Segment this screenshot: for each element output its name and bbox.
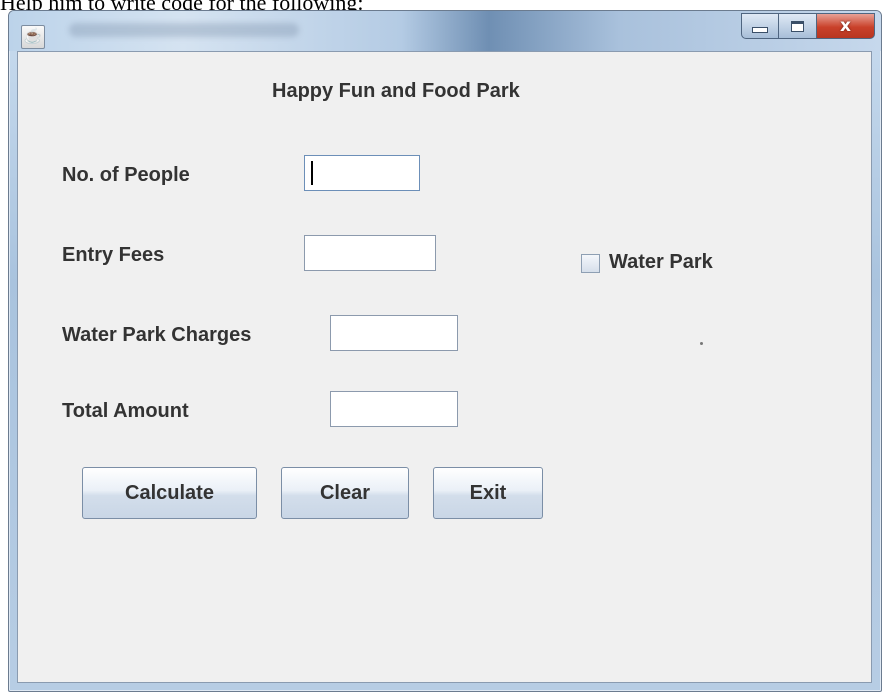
maximize-button[interactable] — [779, 13, 817, 39]
total-amount-label: Total Amount — [62, 400, 189, 422]
text-caret — [311, 161, 313, 185]
people-input[interactable] — [304, 155, 420, 191]
exit-button[interactable]: Exit — [433, 467, 543, 519]
calculate-button[interactable]: Calculate — [82, 467, 257, 519]
water-park-checkbox[interactable] — [581, 254, 600, 273]
people-label: No. of People — [62, 164, 190, 186]
water-park-checkbox-label[interactable]: Water Park — [609, 251, 713, 274]
total-amount-input[interactable] — [330, 391, 458, 427]
title-bar[interactable]: ☕ x — [9, 11, 881, 51]
window-controls: x — [741, 13, 875, 39]
form-heading: Happy Fun and Food Park — [272, 80, 520, 102]
java-cup-icon[interactable]: ☕ — [21, 25, 45, 49]
water-park-charges-label: Water Park Charges — [62, 324, 252, 346]
maximize-icon — [791, 20, 804, 32]
minimize-button[interactable] — [741, 13, 779, 39]
form-panel: Happy Fun and Food Park No. of People En… — [17, 51, 872, 683]
close-button[interactable]: x — [817, 13, 875, 39]
entry-fees-input[interactable] — [304, 235, 436, 271]
stray-dot — [700, 342, 703, 345]
minimize-icon — [752, 27, 768, 33]
close-icon: x — [840, 15, 851, 36]
window-title — [69, 23, 299, 37]
clear-button[interactable]: Clear — [281, 467, 409, 519]
entry-fees-label: Entry Fees — [62, 244, 165, 266]
water-park-charges-input[interactable] — [330, 315, 458, 351]
app-window: ☕ x Happy Fun and Food Park No. of Peopl… — [8, 10, 882, 692]
